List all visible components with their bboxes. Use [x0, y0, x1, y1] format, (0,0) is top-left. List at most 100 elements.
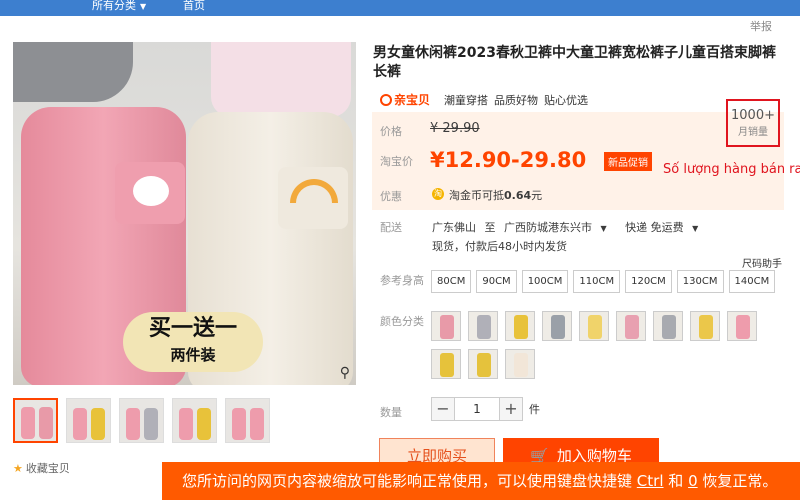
color-swatch[interactable]	[468, 349, 498, 379]
thumbnail[interactable]	[172, 398, 217, 443]
thumb-pants	[232, 408, 246, 440]
color-swatch[interactable]	[690, 311, 720, 341]
thumb-pants	[21, 407, 35, 439]
thumb-pants	[39, 407, 53, 439]
image-pocket	[278, 167, 348, 229]
zoom-banner-key-ctrl: Ctrl	[636, 472, 664, 490]
coin-text-label: 淘金币可抵	[449, 189, 504, 202]
swatch-pants	[514, 353, 528, 377]
coin-text: 淘金币可抵0.64元	[449, 187, 542, 203]
color-swatch[interactable]	[505, 349, 535, 379]
color-swatch[interactable]	[431, 349, 461, 379]
dropdown-caret-icon: ▼	[692, 224, 699, 233]
cur-price-label: 淘宝价	[380, 155, 413, 168]
zoom-banner-text: 恢复正常。	[702, 472, 778, 490]
shipping-label: 配送	[380, 221, 402, 234]
shipping-note: 现货，付款后48小时内发货	[432, 240, 567, 253]
top-nav-bar: 所有分类 ▼ 首页	[0, 0, 800, 16]
brand-logo-icon	[380, 94, 392, 106]
color-swatch[interactable]	[727, 311, 757, 341]
image-pocket	[115, 162, 185, 224]
color-swatch[interactable]	[616, 311, 646, 341]
brand-tag: 品质好物	[494, 93, 539, 107]
zoom-banner-key-zero: 0	[688, 472, 698, 490]
favorite-button[interactable]: ★ 收藏宝贝	[13, 460, 70, 476]
zoom-banner-text: 您所访问的网页内容被缩放可能影响正常使用，可以使用键盘快捷键	[182, 472, 633, 490]
color-swatch[interactable]	[542, 311, 572, 341]
main-product-image[interactable]: 买一送一 两件装 ⚲	[13, 42, 356, 385]
product-title: 男女童休闲裤2023春秋卫裤中大童卫裤宽松裤子儿童百搭束脚裤长裤	[373, 45, 776, 80]
coin-amount: 0.64	[504, 189, 532, 202]
size-options: 80CM 90CM 100CM 110CM 120CM 130CM 140CM	[431, 270, 776, 293]
color-swatch[interactable]	[505, 311, 535, 341]
promo-tag: 新品促销	[604, 152, 652, 171]
bunny-patch-icon	[133, 176, 169, 206]
rainbow-patch-icon	[290, 179, 338, 203]
color-swatch[interactable]	[468, 311, 498, 341]
size-option[interactable]: 100CM	[521, 270, 569, 293]
quantity-plus-button[interactable]: +	[499, 397, 523, 421]
thumbnail[interactable]	[225, 398, 270, 443]
thumbnail[interactable]	[13, 398, 58, 443]
swatch-pants	[440, 315, 454, 339]
swatch-pants	[588, 315, 602, 339]
size-option[interactable]: 80CM	[431, 270, 472, 293]
magnifier-icon[interactable]: ⚲	[340, 365, 350, 381]
shipping-line: 广东佛山 至 广西防城港东兴市 ▼ 快递 免运费 ▼	[432, 219, 713, 235]
thumb-pants	[250, 408, 264, 440]
orig-price: ¥ 29.90	[430, 121, 480, 136]
cur-price: ¥12.90-29.80	[430, 148, 587, 172]
size-option[interactable]: 140CM	[728, 270, 776, 293]
coin-unit: 元	[531, 189, 543, 202]
brand-logo-text: 亲宝贝	[394, 93, 431, 107]
color-swatch[interactable]	[653, 311, 683, 341]
nav-all-categories-label: 所有分类	[92, 0, 136, 12]
thumb-pants	[126, 408, 140, 440]
swatch-pants	[477, 353, 491, 377]
quantity-unit: 件	[529, 403, 540, 416]
taobao-coin-icon: 淘	[432, 188, 444, 200]
size-option[interactable]: 90CM	[476, 270, 517, 293]
ship-method: 快递 免运费	[625, 221, 684, 234]
monthly-sales-count: 1000+	[731, 108, 775, 123]
thumb-pants	[197, 408, 211, 440]
size-option[interactable]: 130CM	[676, 270, 724, 293]
size-helper-link[interactable]: 尺码助手	[742, 255, 782, 270]
ship-method-select[interactable]: 快递 免运费 ▼	[625, 221, 708, 234]
brand-row: 亲宝贝 潮童穿搭 品质好物 贴心优选	[380, 91, 594, 108]
nav-home[interactable]: 首页	[183, 0, 205, 13]
sales-annotation: Số lượng hàng bán ra	[663, 162, 800, 177]
quantity-minus-button[interactable]: −	[431, 397, 455, 421]
quantity-input[interactable]: 1	[455, 397, 499, 421]
swatch-pants	[514, 315, 528, 339]
thumb-pants	[91, 408, 105, 440]
thumb-pants	[179, 408, 193, 440]
brand-logo[interactable]: 亲宝贝	[380, 91, 430, 108]
image-promo-line1: 买一送一	[148, 316, 237, 341]
nav-all-categories[interactable]: 所有分类 ▼	[92, 0, 146, 13]
monthly-sales-box: 1000+ 月销量	[726, 99, 780, 147]
zoom-warning-banner: 您所访问的网页内容被缩放可能影响正常使用，可以使用键盘快捷键 Ctrl 和 0 …	[162, 462, 800, 500]
quantity-stepper: − 1 + 件	[431, 397, 540, 421]
swatch-pants	[699, 315, 713, 339]
report-link[interactable]: 举报	[750, 18, 772, 34]
thumbnail[interactable]	[119, 398, 164, 443]
ship-to-word: 至	[484, 221, 496, 234]
caret-down-icon: ▼	[140, 2, 147, 11]
image-promo-badge: 买一送一 两件装	[123, 312, 263, 372]
swatch-pants	[477, 315, 491, 339]
zoom-banner-text: 和	[668, 472, 684, 490]
quantity-label: 数量	[380, 406, 402, 419]
thumb-pants	[144, 408, 158, 440]
discount-label: 优惠	[380, 190, 402, 203]
ship-to-select[interactable]: 广西防城港东兴市 ▼	[504, 221, 617, 234]
color-swatch[interactable]	[431, 311, 461, 341]
size-option[interactable]: 110CM	[573, 270, 621, 293]
orig-price-label: 价格	[380, 125, 402, 138]
swatch-pants	[662, 315, 676, 339]
thumbnail[interactable]	[66, 398, 111, 443]
color-swatches	[431, 311, 771, 379]
color-swatch[interactable]	[579, 311, 609, 341]
size-option[interactable]: 120CM	[625, 270, 672, 293]
thumb-pants	[73, 408, 87, 440]
